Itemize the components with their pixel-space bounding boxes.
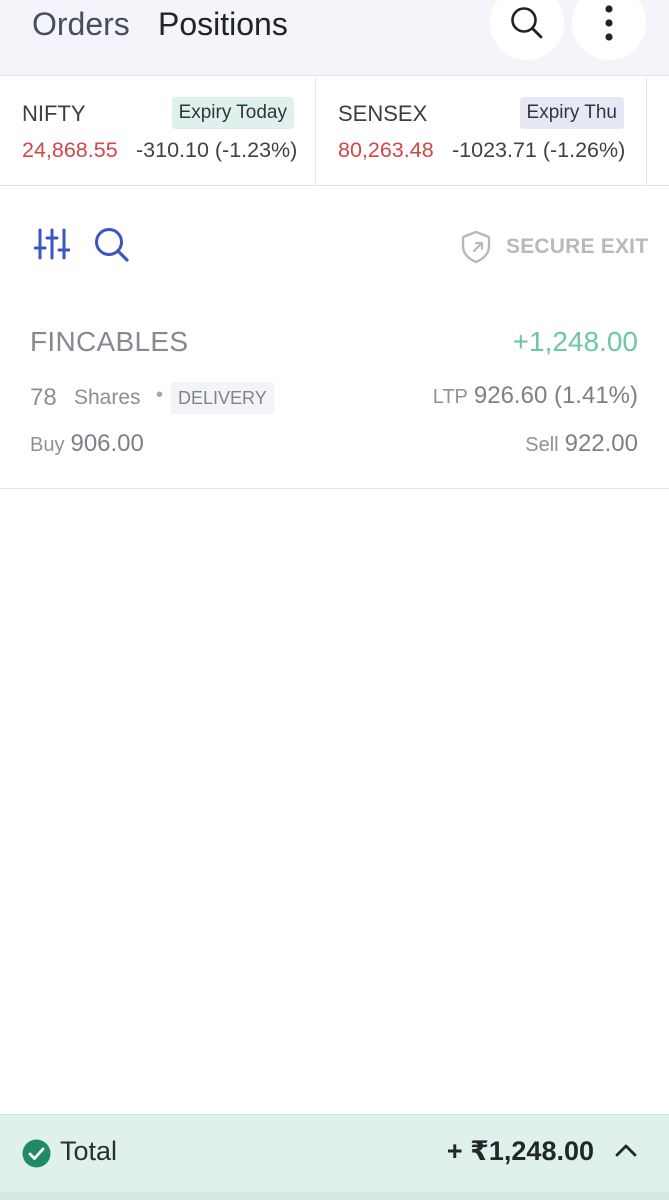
product-type-badge: DELIVERY [171, 382, 274, 414]
ltp-value: 926.60 (1.41%) [473, 382, 638, 409]
chevron-up-icon[interactable] [615, 1143, 637, 1157]
secure-exit-button[interactable]: SECURE EXIT [460, 230, 648, 264]
position-symbol: FINCABLES [30, 326, 189, 357]
buy-value: 906.00 [70, 430, 144, 457]
tab-positions[interactable]: Positions [158, 4, 288, 44]
expiry-badge: Expiry Today [171, 97, 294, 129]
index-value: 80,263.48 [338, 138, 434, 162]
position-row[interactable]: FINCABLES +1,248.00 78 Shares • DELIVERY… [0, 300, 669, 489]
total-pnl-bar[interactable]: Total + ₹1,248.00 [0, 1114, 669, 1192]
index-value: 24,868.55 [22, 138, 118, 162]
check-circle-icon [22, 1139, 51, 1168]
index-change: -310.10 (-1.23%) [136, 138, 298, 162]
index-card-nifty[interactable]: NIFTY Expiry Today 24,868.55 -310.10 (-1… [0, 77, 316, 185]
more-vertical-icon [605, 5, 613, 41]
shield-icon [461, 230, 491, 264]
bottom-edge [0, 1192, 669, 1200]
index-card-sensex[interactable]: SENSEX Expiry Thu 80,263.48 -1023.71 (-1… [316, 77, 647, 185]
filter-sliders-icon[interactable] [34, 226, 70, 262]
expiry-badge: Expiry Thu [519, 97, 624, 129]
total-label: Total [60, 1136, 118, 1166]
index-name: SENSEX [338, 101, 428, 126]
search-positions-icon[interactable] [93, 226, 131, 264]
sell-label: Sell [525, 434, 559, 456]
position-sell-price: Sell 922.00 [525, 430, 638, 458]
sell-value: 922.00 [564, 430, 638, 457]
buy-label: Buy [30, 434, 65, 456]
more-menu-button[interactable] [572, 0, 646, 60]
ltp-label: LTP [432, 386, 468, 408]
tab-orders[interactable]: Orders [32, 4, 130, 44]
positions-toolbar: SECURE EXIT [0, 214, 669, 278]
search-icon [511, 7, 543, 39]
index-change: -1023.71 (-1.26%) [452, 138, 626, 162]
index-ticker: NIFTY Expiry Today 24,868.55 -310.10 (-1… [0, 77, 669, 186]
top-header: Orders Positions [0, 0, 669, 76]
separator-dot: • [156, 384, 164, 406]
position-buy-price: Buy 906.00 [30, 430, 144, 458]
position-pnl: +1,248.00 [512, 326, 638, 357]
search-button[interactable] [490, 0, 564, 60]
secure-exit-label: SECURE EXIT [506, 235, 649, 258]
index-name: NIFTY [22, 101, 86, 126]
position-ltp: LTP 926.60 (1.41%) [433, 382, 638, 410]
total-pnl-value: + ₹1,248.00 [446, 1136, 594, 1166]
position-quantity-unit: Shares [74, 386, 141, 409]
position-quantity: 78 [30, 384, 57, 411]
